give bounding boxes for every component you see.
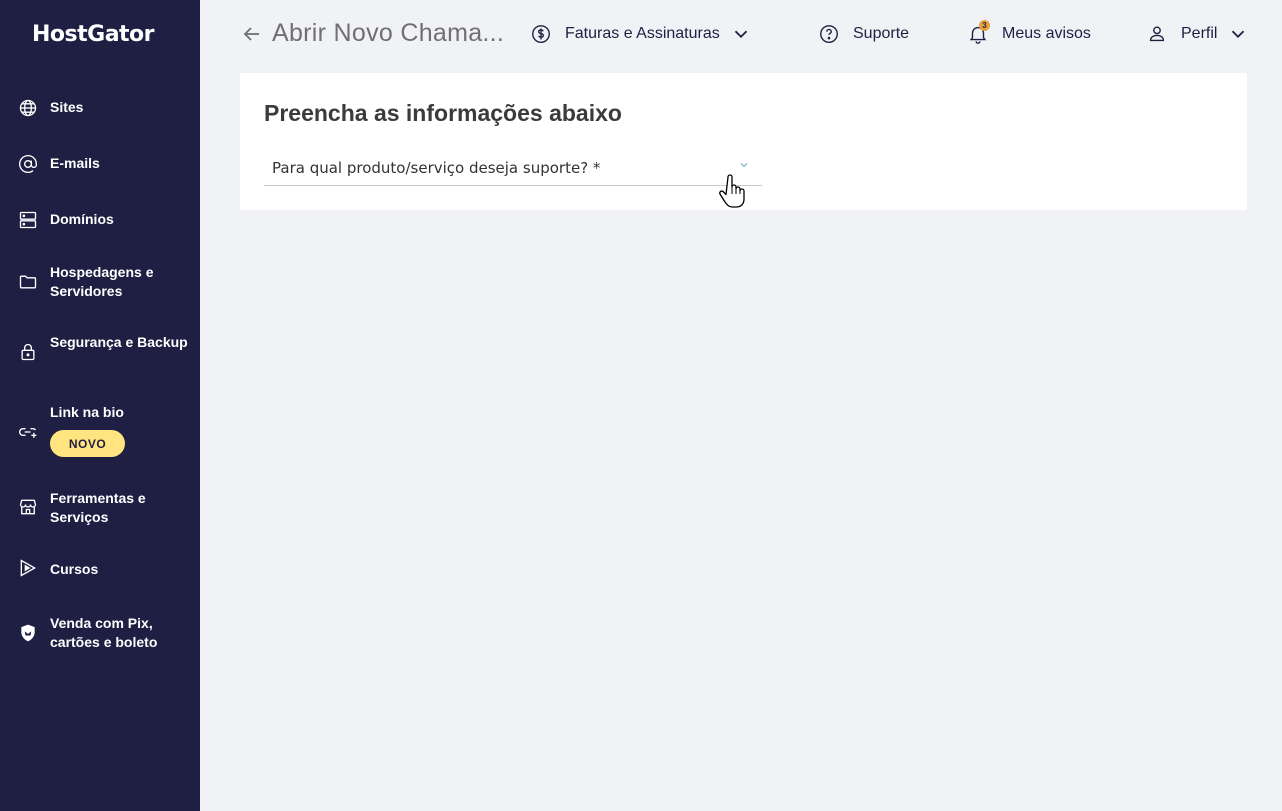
bell-icon: 3 [967, 20, 990, 45]
new-badge: NOVO [50, 430, 125, 457]
dollar-circle-icon [530, 23, 552, 45]
link-plus-icon [18, 422, 38, 442]
brand-logo[interactable]: HostGator [32, 22, 155, 47]
sidebar-item-dominios[interactable]: Domínios [0, 208, 200, 232]
sidebar-item-seguranca[interactable]: Segurança e Backup [0, 332, 200, 372]
chevron-down-icon [1227, 23, 1249, 45]
profile-label: Perfil [1181, 25, 1218, 42]
sidebar-item-label: E-mails [50, 155, 100, 171]
top-bar: Abrir Novo Chama... Faturas e Assinatura… [200, 0, 1282, 70]
sidebar-item-label: Sites [50, 99, 84, 115]
folder-icon [18, 272, 38, 292]
ticket-form-card: Preencha as informações abaixo Para qual… [240, 73, 1247, 210]
notifications-label: Meus avisos [1002, 25, 1091, 42]
play-icon [18, 558, 38, 578]
billing-menu[interactable]: Faturas e Assinaturas [530, 22, 752, 46]
sidebar-item-label: Cursos [50, 561, 99, 577]
sidebar-item-label: Hospedagens e Servidores [50, 264, 154, 299]
chevron-down-icon [738, 158, 750, 170]
notification-count-badge: 3 [979, 20, 990, 31]
help-circle-icon [818, 23, 840, 45]
lock-icon [18, 342, 38, 362]
support-link[interactable]: Suporte [818, 22, 909, 46]
back-arrow-icon[interactable] [240, 22, 264, 46]
sidebar-item-label: Ferramentas e Serviços [50, 490, 146, 525]
sidebar-item-ferramentas[interactable]: Ferramentas e Serviços [0, 488, 200, 528]
sidebar-item-label: Link na bio [50, 404, 124, 420]
sidebar-item-label: Domínios [50, 211, 114, 227]
sidebar-item-sites[interactable]: Sites [0, 96, 200, 120]
product-select-label: Para qual produto/serviço deseja suporte… [272, 159, 601, 177]
user-icon [1146, 23, 1168, 45]
notifications-button[interactable]: 3 Meus avisos [967, 20, 1091, 46]
sidebar-item-label: Venda com Pix, cartões e boleto [50, 615, 158, 650]
sidebar-item-venda-pix[interactable]: Venda com Pix, cartões e boleto [0, 613, 200, 653]
profile-menu[interactable]: Perfil [1146, 22, 1249, 46]
at-sign-icon [18, 154, 38, 174]
storefront-icon [18, 497, 38, 517]
chevron-down-icon [730, 23, 752, 45]
product-select[interactable]: Para qual produto/serviço deseja suporte… [264, 153, 762, 186]
page-title: Abrir Novo Chama... [272, 19, 505, 47]
server-icon [18, 210, 38, 230]
globe-icon [18, 98, 38, 118]
sidebar-item-emails[interactable]: E-mails [0, 152, 200, 176]
shield-icon [18, 623, 38, 643]
support-label: Suporte [853, 25, 910, 42]
sidebar-item-cursos[interactable]: Cursos [0, 558, 200, 582]
form-heading: Preencha as informações abaixo [264, 100, 622, 126]
sidebar: HostGator Sites E-mails Domínios Hospeda… [0, 0, 200, 811]
billing-label: Faturas e Assinaturas [565, 25, 720, 42]
sidebar-item-label: Segurança e Backup [50, 334, 188, 350]
sidebar-item-hospedagens[interactable]: Hospedagens e Servidores [0, 262, 200, 302]
sidebar-item-link-na-bio[interactable]: Link na bio NOVO [0, 402, 200, 458]
